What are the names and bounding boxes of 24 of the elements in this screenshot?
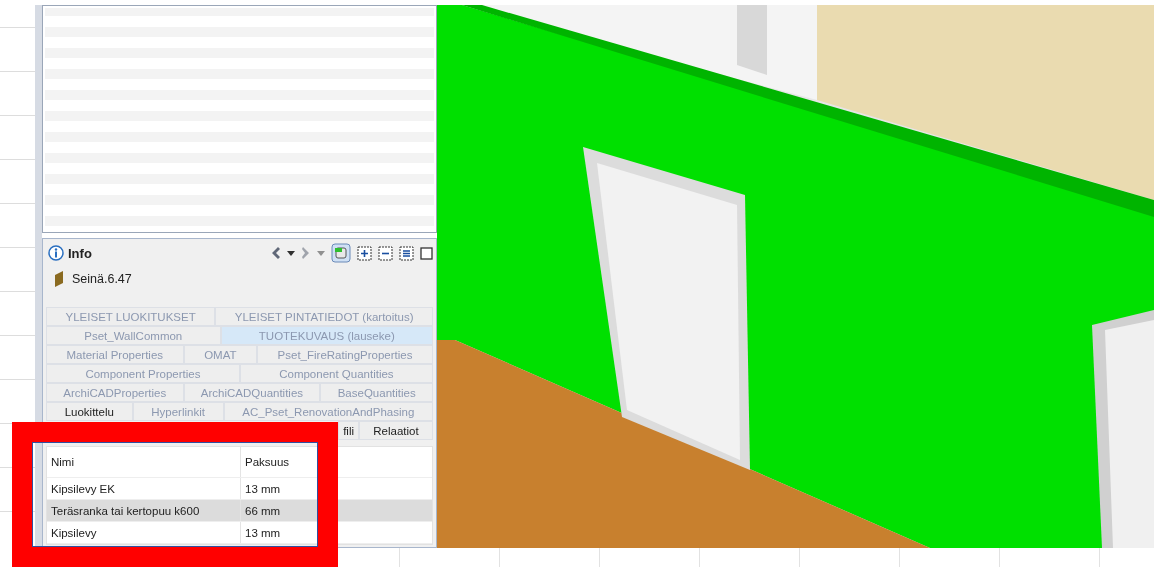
info-icon bbox=[48, 245, 64, 261]
list-icon[interactable] bbox=[399, 245, 414, 261]
wall-icon bbox=[54, 271, 64, 287]
table-cell: Kipsilevy EK bbox=[47, 478, 241, 499]
table-cell: 13 mm bbox=[241, 478, 323, 499]
tab[interactable]: Luokittelu bbox=[46, 402, 133, 421]
layer-button-icon[interactable] bbox=[331, 243, 351, 263]
collapse-icon[interactable] bbox=[378, 245, 393, 261]
expand-icon[interactable] bbox=[357, 245, 372, 261]
tab[interactable]: Relaatiot bbox=[359, 421, 433, 440]
table-cell: 66 mm bbox=[241, 500, 323, 521]
column-header[interactable]: Nimi bbox=[47, 447, 241, 477]
element-name: Seinä.6.47 bbox=[72, 272, 132, 286]
table-cell: 13 mm bbox=[241, 522, 323, 543]
maximize-icon[interactable] bbox=[420, 246, 433, 260]
caret-icon[interactable] bbox=[287, 250, 295, 256]
panel-title: Info bbox=[68, 245, 92, 261]
table-cell: Teräsranka tai kertopuu k600 bbox=[47, 500, 241, 521]
table-row[interactable]: Kipsilevy EK 13 mm bbox=[47, 478, 432, 500]
column-header[interactable]: Paksuus bbox=[241, 447, 323, 477]
table-row[interactable]: Kipsilevy 13 mm bbox=[47, 522, 432, 544]
table-row[interactable]: Teräsranka tai kertopuu k600 66 mm bbox=[47, 500, 432, 522]
tab[interactable]: fili bbox=[338, 421, 359, 440]
table-cell: Kipsilevy bbox=[47, 522, 241, 543]
